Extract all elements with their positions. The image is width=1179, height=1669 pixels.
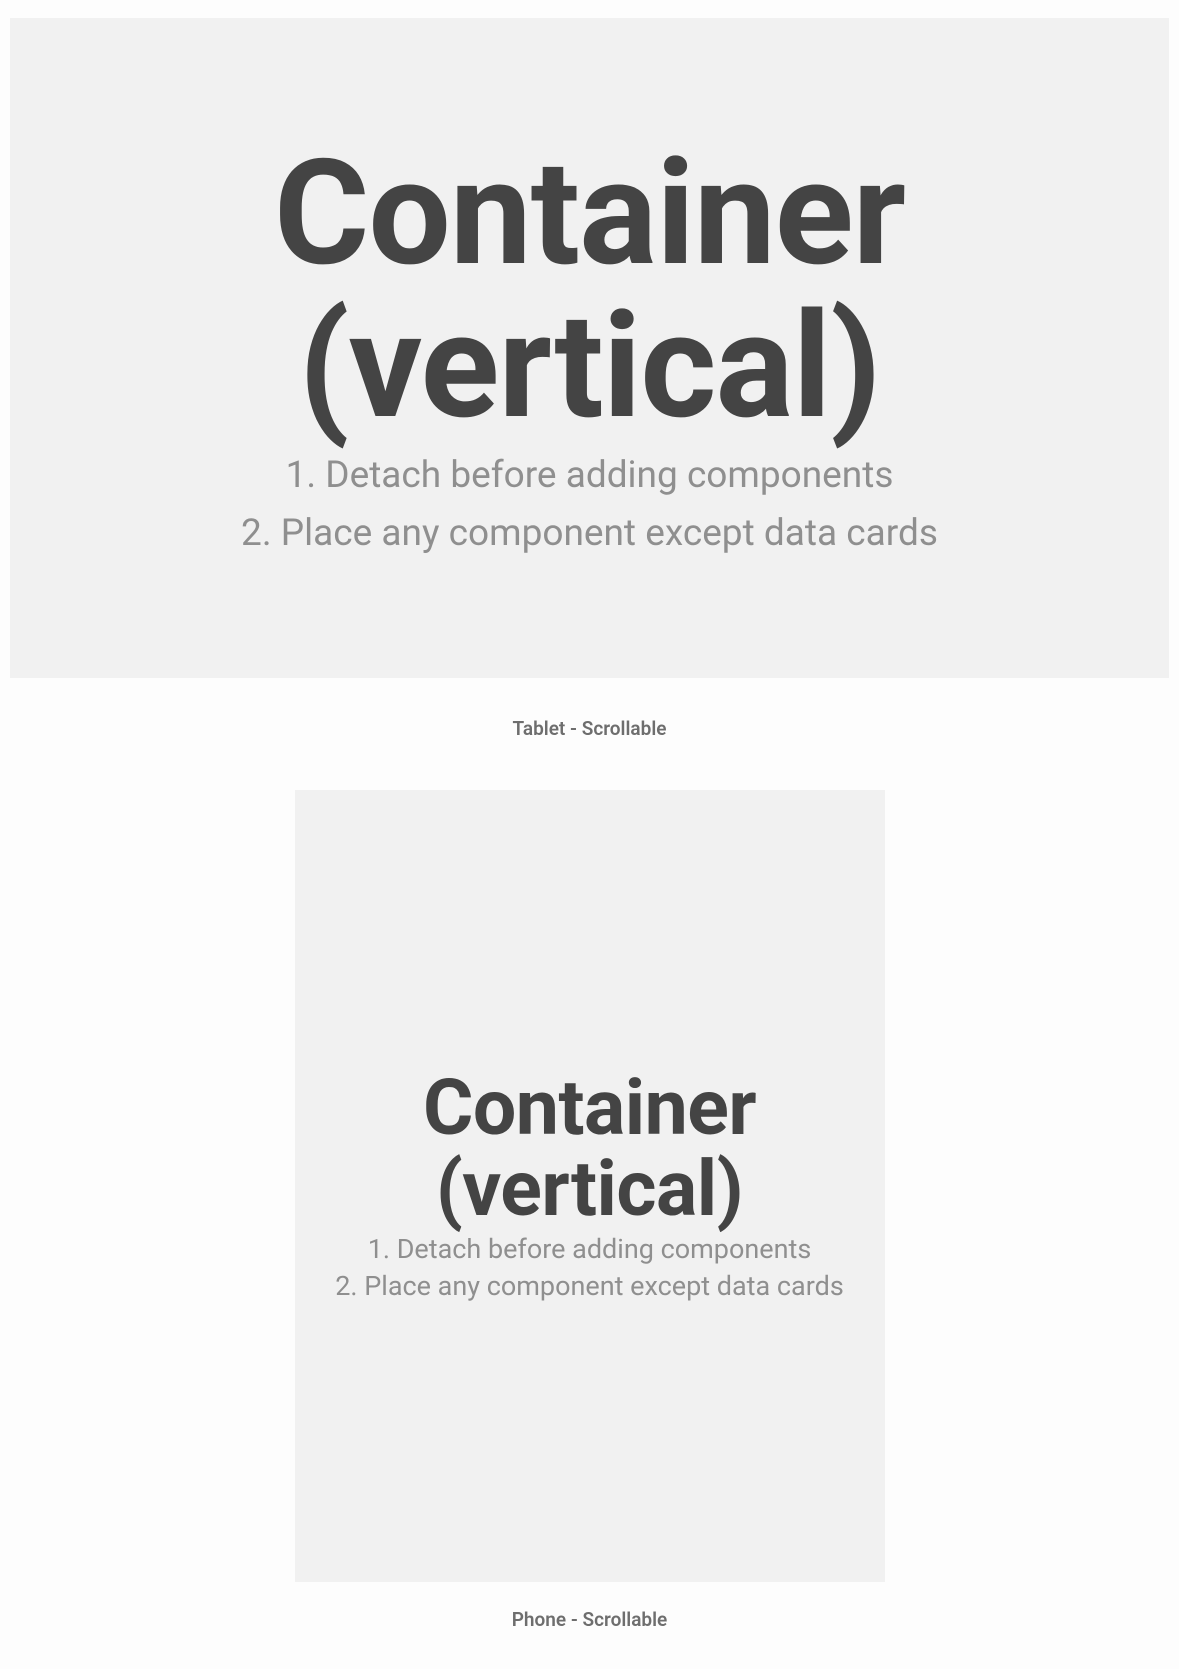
phone-caption: Phone - Scrollable	[0, 1608, 1179, 1631]
tablet-instruction-1: 1. Detach before adding components	[286, 451, 894, 501]
tablet-title-line2: (vertical)	[298, 281, 880, 452]
phone-instruction-1: 1. Detach before adding components	[368, 1232, 812, 1267]
phone-title-line2: (vertical)	[436, 1144, 743, 1234]
phone-title-line1: Container	[423, 1063, 756, 1153]
phone-container-panel: Container (vertical) 1. Detach before ad…	[295, 790, 885, 1582]
tablet-instruction-2: 2. Place any component except data cards	[241, 509, 938, 559]
tablet-caption: Tablet - Scrollable	[0, 717, 1179, 740]
phone-instruction-2: 2. Place any component except data cards	[335, 1269, 844, 1304]
tablet-title-line1: Container	[274, 128, 905, 299]
page-root: Container (vertical) 1. Detach before ad…	[0, 0, 1179, 1669]
tablet-container-title: Container (vertical)	[274, 137, 905, 444]
phone-container-title: Container (vertical)	[423, 1068, 756, 1230]
tablet-container-panel: Container (vertical) 1. Detach before ad…	[10, 18, 1169, 678]
